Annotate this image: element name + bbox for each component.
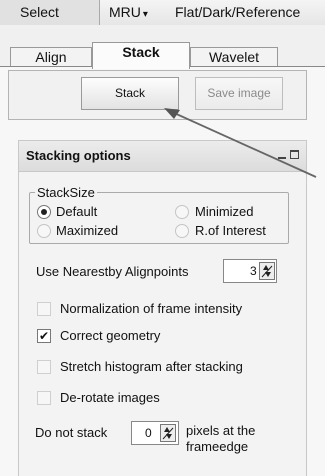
tab-stack[interactable]: Stack (92, 42, 190, 69)
arrow-pointer-icon (164, 108, 317, 178)
